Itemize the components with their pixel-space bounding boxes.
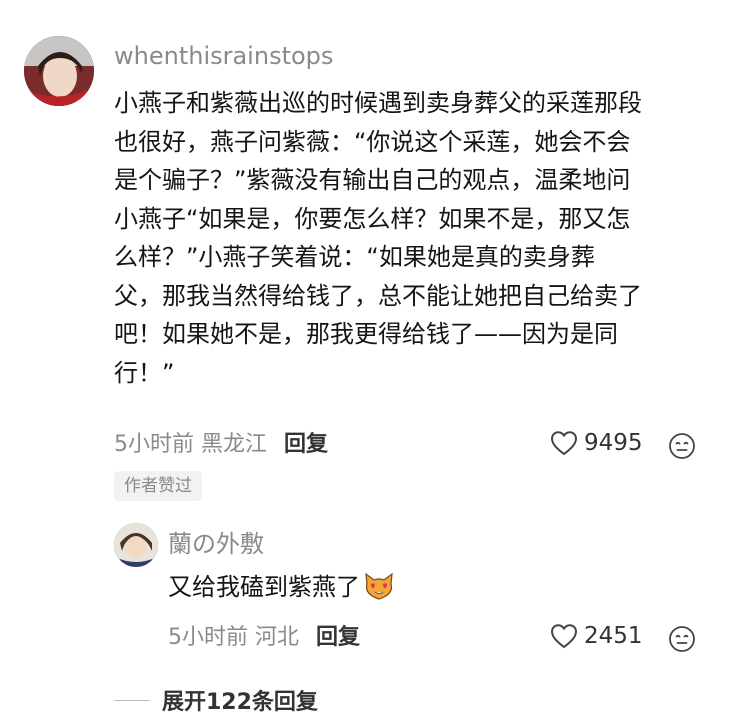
reply-meta: 5小时前 河北 回复: [168, 623, 360, 653]
reply-text-row: 又给我磕到紫燕了: [168, 568, 396, 606]
expand-replies-label: 展开122条回复: [162, 690, 318, 715]
reply-reply-button[interactable]: 回复: [316, 625, 360, 650]
heart-outline-icon: [550, 431, 578, 456]
reply-username[interactable]: 蘭の外敷: [168, 528, 264, 560]
comment-username[interactable]: whenthisrainstops: [114, 40, 333, 72]
reply-location: 河北: [255, 625, 300, 650]
reply-like-count: 2451: [584, 623, 643, 649]
comment-avatar[interactable]: [24, 36, 94, 106]
emoji-face-icon[interactable]: [668, 432, 696, 464]
comment-line: 小燕子“如果是，你要怎么样？如果不是，那又怎: [114, 204, 631, 233]
emoji-face-icon[interactable]: [668, 625, 696, 657]
comment-location: 黑龙江: [201, 432, 268, 457]
comment-line: 吧！如果她不是，那我更得给钱了——因为是同: [114, 320, 618, 348]
heart-outline-icon: [550, 624, 578, 649]
comment-line: 行！”: [114, 358, 175, 387]
comment-line: 也很好，燕子问紫薇：“你说这个采莲，她会不会: [114, 127, 631, 156]
comment-like-count: 9495: [584, 430, 643, 456]
expand-replies-button[interactable]: 展开122条回复: [114, 684, 318, 716]
cat-heart-eyes-icon: [365, 572, 393, 600]
comment-line: 父，那我当然得给钱了，总不能让她把自己给卖了: [114, 281, 642, 310]
reply-time: 5小时前: [168, 625, 248, 650]
comment-meta: 5小时前 黑龙江 回复: [114, 430, 328, 460]
comment-line: 是个骗子？”紫薇没有输出自己的观点，温柔地问: [114, 166, 631, 194]
reply-text: 又给我磕到紫燕了: [168, 573, 360, 601]
comment-time: 5小时前: [114, 432, 194, 457]
reply-like-button[interactable]: 2451: [550, 623, 643, 649]
comment-line: 么样？”小燕子笑着说：“如果她是真的卖身葬: [114, 243, 595, 271]
comment-line: 小燕子和紫薇出巡的时候遇到卖身葬父的采莲那段: [114, 89, 642, 117]
author-liked-badge: 作者赞过: [114, 471, 202, 501]
comment-like-button[interactable]: 9495: [550, 430, 643, 456]
reply-avatar[interactable]: [114, 523, 158, 567]
comment-text: 小燕子和紫薇出巡的时候遇到卖身葬父的采莲那段 也很好，燕子问紫薇：“你说这个采莲…: [114, 84, 714, 392]
divider-line: [114, 699, 150, 701]
comment-reply-button[interactable]: 回复: [284, 432, 328, 457]
